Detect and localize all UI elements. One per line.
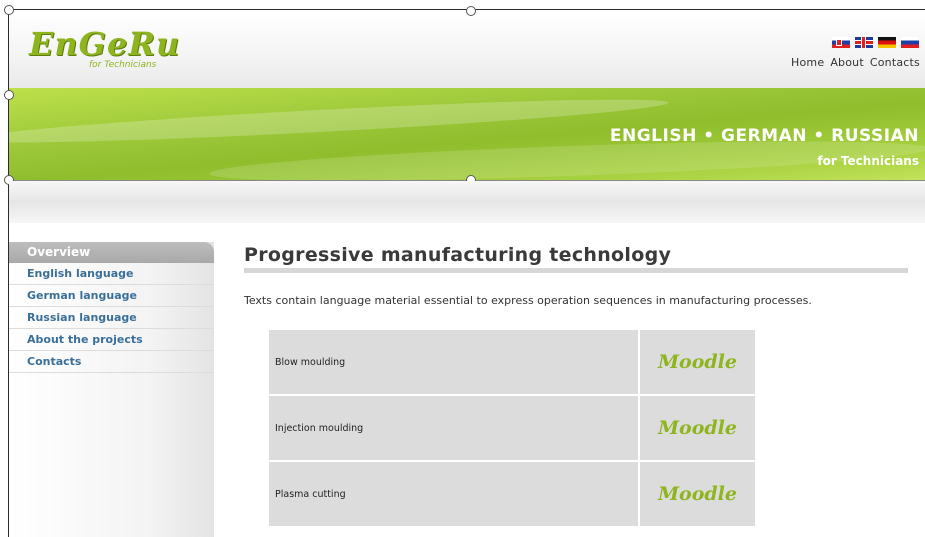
- logo-text: EnGeRu: [29, 25, 181, 63]
- sidebar-item-contacts[interactable]: Contacts: [9, 351, 214, 373]
- uk-flag-icon[interactable]: [855, 37, 873, 48]
- top-navigation: Home About Contacts: [791, 56, 920, 69]
- table-row: Blow moulding Moodle: [269, 330, 755, 394]
- topic-name: Plasma cutting: [269, 462, 638, 526]
- sidebar-header[interactable]: Overview: [9, 242, 214, 263]
- hero-banner: ENGLISH • GERMAN • RUSSIAN for Technicia…: [9, 88, 925, 180]
- banner-streak: [9, 91, 670, 151]
- moodle-link[interactable]: Moodle: [640, 462, 755, 526]
- topic-name: Blow moulding: [269, 330, 638, 394]
- sidebar-item-about-projects[interactable]: About the projects: [9, 329, 214, 351]
- banner-subtitle: for Technicians: [817, 154, 919, 168]
- slovak-flag-icon[interactable]: [832, 37, 850, 48]
- moodle-link[interactable]: Moodle: [640, 396, 755, 460]
- title-divider: [244, 268, 908, 273]
- site-header: EnGeRu for Technicians Home About Contac…: [9, 10, 925, 88]
- page-title: Progressive manufacturing technology: [244, 244, 672, 266]
- topics-table: Blow moulding Moodle Injection moulding …: [267, 328, 757, 528]
- sidebar-item-russian[interactable]: Russian language: [9, 307, 214, 329]
- logo-subtitle: for Technicians: [89, 60, 157, 70]
- nav-about-link[interactable]: About: [830, 56, 864, 69]
- nav-home-link[interactable]: Home: [791, 56, 824, 69]
- table-row: Plasma cutting Moodle: [269, 462, 755, 526]
- nav-contacts-link[interactable]: Contacts: [870, 56, 920, 69]
- resize-handle-top[interactable]: [466, 6, 476, 16]
- resize-handle-top-left[interactable]: [4, 5, 14, 15]
- intro-text: Texts contain language material essentia…: [244, 294, 812, 307]
- resize-handle-left[interactable]: [4, 90, 14, 100]
- language-flags: [832, 37, 919, 48]
- sidebar: Overview English language German languag…: [9, 242, 214, 537]
- sidebar-item-german[interactable]: German language: [9, 285, 214, 307]
- banner-title: ENGLISH • GERMAN • RUSSIAN: [609, 126, 919, 146]
- german-flag-icon[interactable]: [878, 37, 896, 48]
- moodle-link[interactable]: Moodle: [640, 330, 755, 394]
- russian-flag-icon[interactable]: [901, 37, 919, 48]
- topic-name: Injection moulding: [269, 396, 638, 460]
- table-row: Injection moulding Moodle: [269, 396, 755, 460]
- site-logo[interactable]: EnGeRu for Technicians: [29, 25, 181, 70]
- main-content: Progressive manufacturing technology Tex…: [244, 242, 908, 307]
- sidebar-item-english[interactable]: English language: [9, 263, 214, 285]
- header-shadow: [9, 181, 925, 223]
